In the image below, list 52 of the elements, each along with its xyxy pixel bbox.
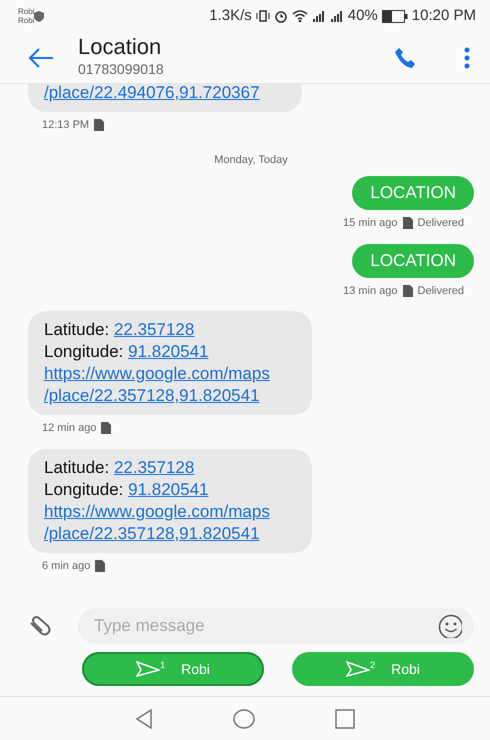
message-text: Longitude: 91.820541	[44, 478, 210, 500]
battery-percent: 40%	[348, 6, 378, 26]
message-link[interactable]: /place/22.357128,91.820541	[44, 386, 260, 405]
message-bubble: LOCATION	[352, 244, 474, 278]
message-text: Latitude: 22.357128	[44, 456, 196, 478]
alarm-icon	[274, 9, 288, 23]
sim-card-icon	[101, 422, 112, 434]
message-bubble: LOCATION	[352, 176, 474, 210]
clock-time: 10:20 PM	[412, 6, 476, 26]
shield-icon	[34, 10, 44, 22]
message-time: 6 min ago	[42, 558, 90, 574]
back-arrow-icon[interactable]	[28, 48, 54, 68]
home-icon[interactable]	[233, 708, 255, 728]
message-text: Latitude: 22.357128	[44, 319, 196, 341]
message-text: Longitude: 91.820541	[44, 341, 210, 363]
signal-icon	[312, 9, 326, 23]
carrier-label: Robi	[18, 7, 34, 16]
emoji-icon[interactable]	[438, 614, 462, 638]
phone-icon[interactable]	[394, 46, 416, 68]
network-speed: 1.3K/s	[209, 6, 252, 26]
message-link[interactable]: 22.357128	[114, 458, 194, 476]
delivery-status: Delivered	[418, 216, 464, 231]
message-link[interactable]: https://www.google.com/maps	[44, 502, 270, 520]
phone-number: 01783099018	[78, 60, 164, 79]
message-link[interactable]: /place/22.357128,91.820541	[44, 524, 260, 542]
message-time: 12 min ago	[42, 421, 96, 436]
message-link[interactable]: 91.820541	[128, 480, 209, 498]
contact-name: Location	[78, 35, 162, 59]
message-time: 15 min ago	[343, 216, 398, 231]
message-time: 13 min ago	[343, 284, 398, 298]
vibrate-icon	[256, 9, 270, 23]
sim-card-icon	[94, 119, 104, 132]
recents-icon[interactable]	[335, 708, 355, 728]
message-link[interactable]: 22.357128	[114, 320, 194, 339]
delivery-status: Delivered	[418, 284, 464, 298]
date-separator: Monday, Today	[214, 152, 288, 168]
send-button[interactable]: 1 Robi	[82, 652, 264, 686]
wifi-icon	[292, 9, 308, 23]
send-button[interactable]: 2 Robi	[292, 652, 474, 686]
message-link[interactable]: /place/22.494076,91.720367	[44, 84, 260, 102]
message-time: 12:13 PM	[42, 118, 90, 133]
message-link[interactable]: 91.820541	[128, 342, 209, 361]
sim-card-icon	[402, 284, 413, 297]
message-input-field[interactable]: Type message	[78, 608, 474, 644]
more-options-icon[interactable]	[464, 46, 470, 68]
message-link[interactable]: https://www.google.com/maps	[44, 364, 270, 383]
sim-card-icon	[95, 560, 106, 572]
back-icon[interactable]	[135, 708, 153, 728]
battery-icon	[382, 10, 408, 22]
carrier-label: Robi	[18, 16, 34, 25]
sim-card-icon	[402, 217, 413, 230]
signal-icon	[330, 9, 344, 23]
